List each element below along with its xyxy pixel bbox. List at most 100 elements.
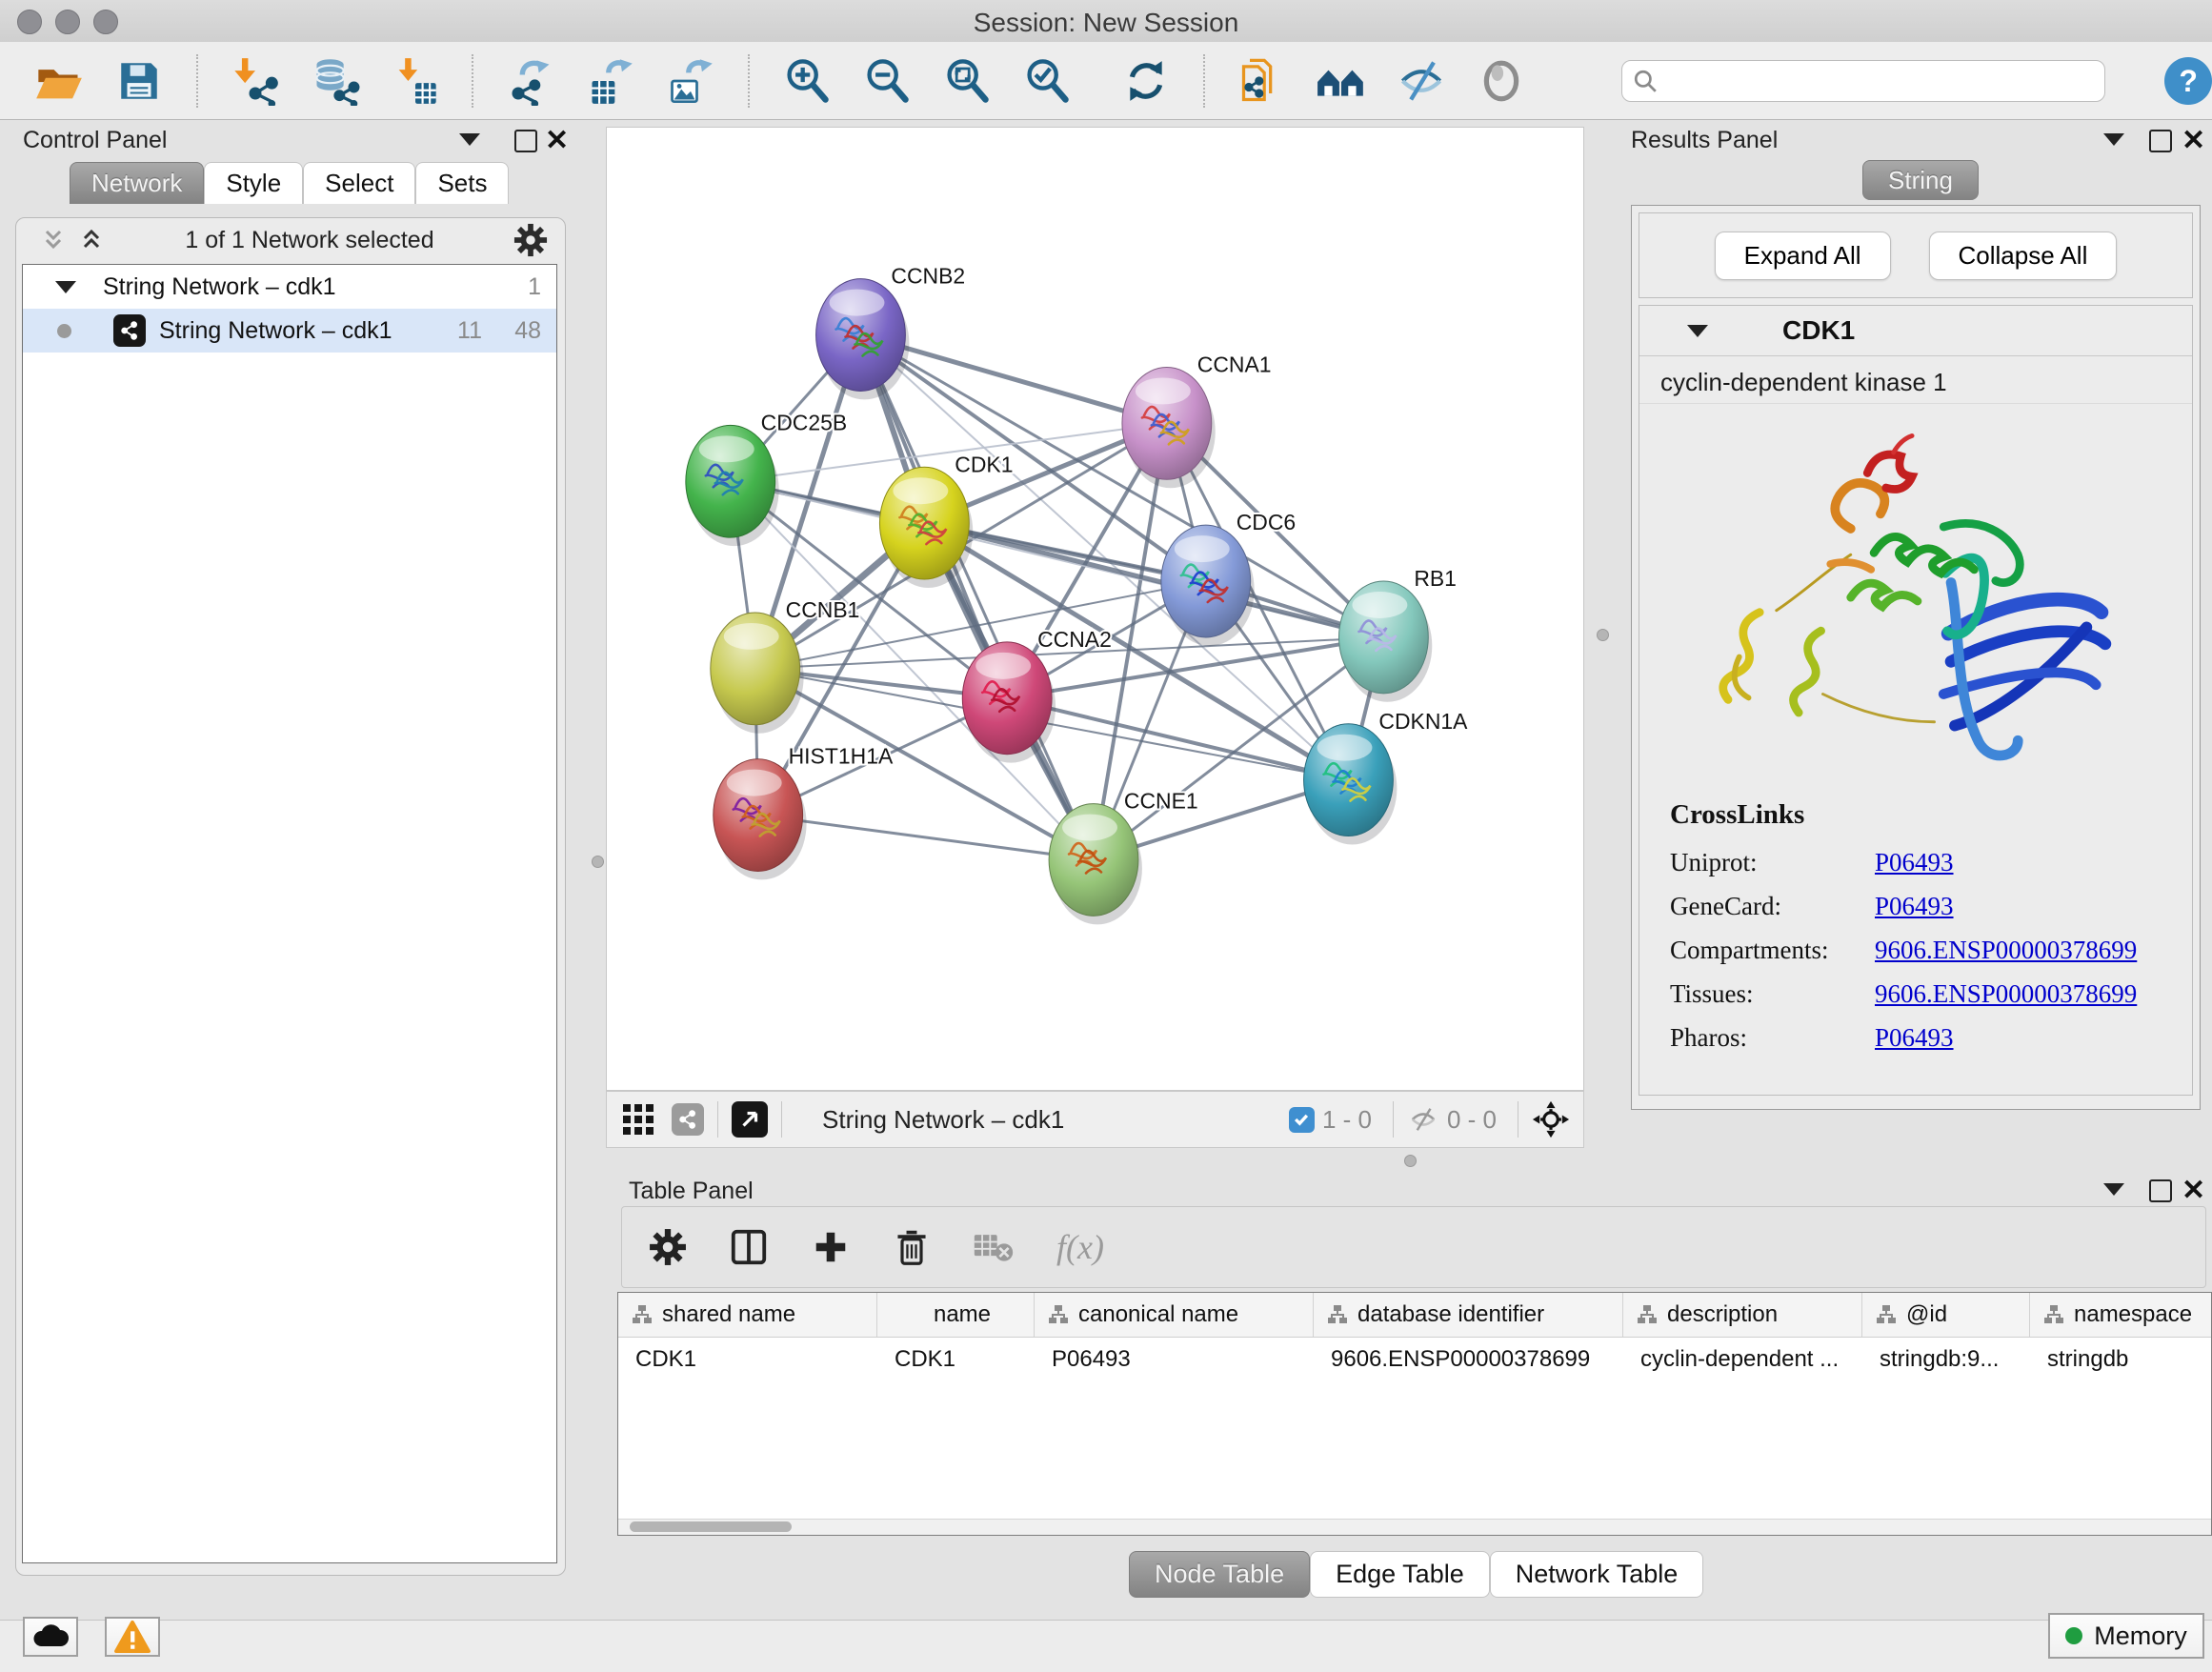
scrollbar-thumb[interactable] [630,1521,792,1532]
cell-name[interactable]: CDK1 [877,1338,1035,1381]
warnings-button[interactable] [105,1617,160,1657]
birdseye-navigator-button[interactable] [1532,1100,1570,1138]
network-node-HIST1H1A[interactable]: HIST1H1A [714,744,894,880]
column-header-shared-name[interactable]: shared name [618,1293,877,1337]
column-header-canonical-name[interactable]: canonical name [1035,1293,1314,1337]
float-window-icon [2149,1179,2172,1202]
tab-network-table[interactable]: Network Table [1490,1551,1704,1598]
collapse-all-button[interactable]: Collapse All [1929,232,2118,280]
show-columns-button[interactable] [729,1227,769,1267]
home-networks-button[interactable] [1315,53,1368,109]
refresh-button[interactable] [1119,53,1173,109]
column-header-database-identifier[interactable]: database identifier [1314,1293,1623,1337]
network-node-CDC6[interactable]: CDC6 [1161,510,1296,646]
cell-canonical-name[interactable]: P06493 [1035,1338,1314,1381]
double-chevron-up-icon [77,226,106,254]
network-node-CCNA1[interactable]: CCNA1 [1122,352,1272,488]
results-panel-close-button[interactable]: ✕ [2182,131,2205,151]
import-network-button[interactable] [229,53,282,109]
tab-network[interactable]: Network [70,162,204,204]
column-header-name[interactable]: name [877,1293,1035,1337]
horizontal-scrollbar[interactable] [618,1519,2211,1535]
splitter-handle[interactable] [592,856,604,868]
collapse-all-networks-button[interactable] [39,226,68,254]
expand-all-networks-button[interactable] [77,226,106,254]
tab-style[interactable]: Style [204,162,303,204]
table-row[interactable]: CDK1 CDK1 P06493 9606.ENSP00000378699 cy… [618,1338,2211,1381]
function-builder-button[interactable]: f(x) [1056,1227,1104,1267]
zoom-fit-button[interactable] [940,53,994,109]
export-image-button[interactable] [664,53,717,109]
network-node-RB1[interactable]: RB1 [1338,566,1456,702]
tab-node-table[interactable]: Node Table [1129,1551,1310,1598]
export-network-button[interactable] [504,53,557,109]
column-header-namespace[interactable]: namespace [2030,1293,2211,1337]
import-table-button[interactable] [389,53,442,109]
tab-select[interactable]: Select [303,162,415,204]
show-eye-button[interactable] [1475,53,1528,109]
splitter-handle[interactable] [1404,1155,1417,1167]
crosslink-row: Tissues: 9606.ENSP00000378699 [1670,972,2192,1016]
selected-checkbox-icon[interactable] [1289,1107,1315,1133]
zoom-selected-button[interactable] [1020,53,1074,109]
zoom-out-button[interactable] [860,53,914,109]
expand-all-button[interactable]: Expand All [1715,232,1891,280]
network-canvas[interactable]: CCNB2CCNA1CDC25BCDK1CDC6RB1CCNB1CCNA2CDK… [606,127,1584,1091]
delete-table-button[interactable] [973,1231,1015,1263]
genecard-link[interactable]: P06493 [1875,892,1954,921]
cell-id[interactable]: stringdb:9... [1862,1338,2030,1381]
network-style-button[interactable] [672,1103,704,1136]
uniprot-link[interactable]: P06493 [1875,848,1954,877]
network-node-CDKN1A[interactable]: CDKN1A [1304,709,1469,845]
hide-unhide-button[interactable] [1395,53,1448,109]
network-node-CCNB2[interactable]: CCNB2 [816,264,966,400]
column-header-description[interactable]: description [1623,1293,1862,1337]
help-button[interactable]: ? [2164,57,2212,105]
cell-database-identifier[interactable]: 9606.ENSP00000378699 [1314,1338,1623,1381]
delete-column-button[interactable] [893,1227,931,1267]
zoom-in-button[interactable] [780,53,834,109]
memory-button[interactable]: Memory [2048,1613,2204,1659]
control-panel-float-button[interactable] [514,130,537,152]
table-panel-menu-button[interactable] [2103,1183,2124,1196]
grid-view-button[interactable] [622,1103,654,1136]
tab-sets[interactable]: Sets [415,162,509,204]
table-header-row: shared name name canonical name database… [618,1293,2211,1338]
save-session-button[interactable] [112,53,166,109]
cloud-status-button[interactable] [23,1617,78,1657]
column-header-id[interactable]: @id [1862,1293,2030,1337]
add-column-button[interactable] [811,1227,851,1267]
tab-string[interactable]: String [1862,160,1979,200]
expander-icon[interactable] [55,281,76,293]
toolbar-separator [196,54,198,108]
network-panel-subheader: 1 of 1 Network selected [16,218,565,262]
detach-view-button[interactable] [732,1101,768,1138]
control-panel-menu-button[interactable] [459,133,480,146]
network-node-CDC25B[interactable]: CDC25B [686,410,847,546]
results-panel-float-button[interactable] [2149,130,2172,152]
splitter-handle[interactable] [1597,629,1609,641]
caret-down-icon [459,133,480,146]
compartments-link[interactable]: 9606.ENSP00000378699 [1875,936,2137,965]
cell-namespace[interactable]: stringdb [2030,1338,2211,1381]
export-table-button[interactable] [584,53,637,109]
gene-section-header[interactable]: CDK1 [1639,306,2192,356]
pharos-link[interactable]: P06493 [1875,1023,1954,1053]
share-document-button[interactable] [1236,53,1289,109]
table-panel-close-button[interactable]: ✕ [2182,1181,2205,1200]
control-panel-close-button[interactable]: ✕ [545,131,569,151]
import-network-from-database-button[interactable] [309,53,362,109]
network-row[interactable]: String Network – cdk1 11 48 [23,309,556,353]
cell-shared-name[interactable]: CDK1 [618,1338,877,1381]
network-collection-row[interactable]: String Network – cdk1 1 [23,265,556,309]
expander-icon[interactable] [1687,325,1708,337]
tissues-link[interactable]: 9606.ENSP00000378699 [1875,979,2137,1009]
open-session-button[interactable] [32,53,86,109]
cell-description[interactable]: cyclin-dependent ... [1623,1338,1862,1381]
table-options-gear-button[interactable] [649,1228,687,1266]
search-input[interactable] [1621,60,2105,102]
tab-edge-table[interactable]: Edge Table [1310,1551,1490,1598]
table-panel-float-button[interactable] [2149,1179,2172,1202]
results-panel-menu-button[interactable] [2103,133,2124,146]
network-options-gear-button[interactable] [513,223,548,257]
